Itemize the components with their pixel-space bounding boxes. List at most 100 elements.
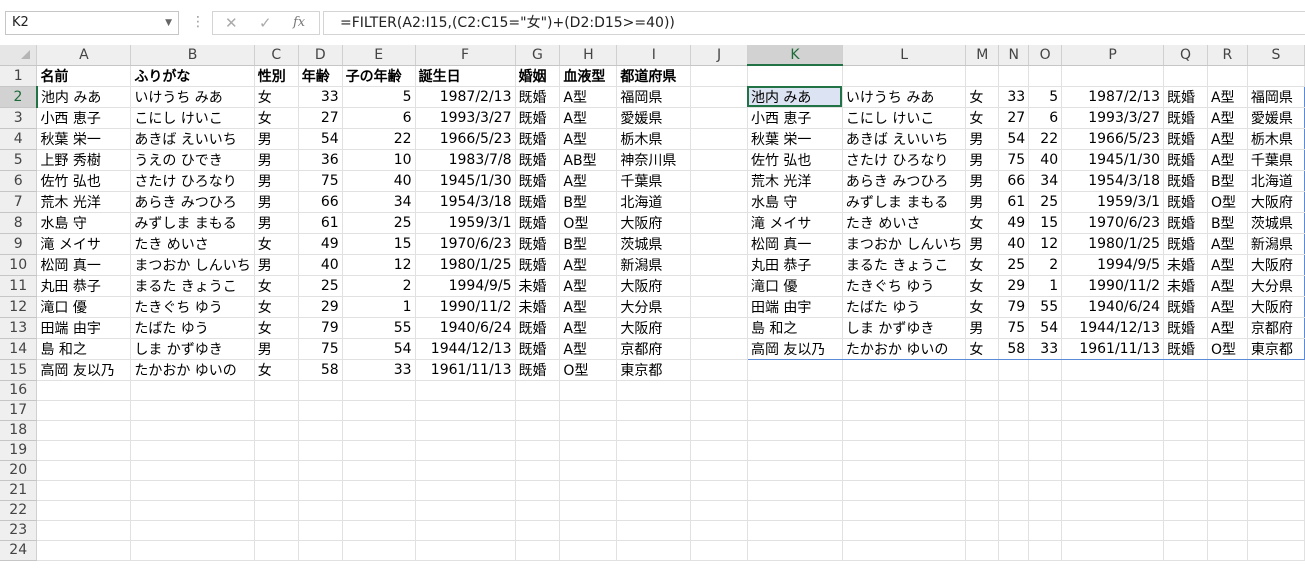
cell-n17[interactable] [998,400,1030,421]
cell-j23[interactable] [690,520,748,541]
cell-g10[interactable]: 既婚 [515,254,561,276]
cell-c11[interactable]: 女 [254,275,299,297]
cell-n8[interactable]: 49 [998,212,1030,234]
row-header-5[interactable]: 5 [0,149,38,171]
cell-b22[interactable] [130,500,255,521]
cell-s17[interactable] [1247,400,1305,421]
cell-h9[interactable]: B型 [559,233,618,255]
cell-k2[interactable]: 池内 みあ [746,85,843,108]
cell-i18[interactable] [616,420,692,441]
cell-m21[interactable] [965,480,1000,501]
cell-q15[interactable] [1163,359,1208,381]
cell-j21[interactable] [690,480,748,501]
column-header-c[interactable]: C [254,45,299,66]
cell-r16[interactable] [1207,380,1248,401]
cell-k23[interactable] [747,520,843,541]
cell-k18[interactable] [747,420,843,441]
cell-s6[interactable]: 北海道 [1247,170,1305,192]
cell-a19[interactable] [36,440,132,461]
cell-d16[interactable] [298,380,343,401]
cell-n23[interactable] [998,520,1030,541]
cell-d14[interactable]: 75 [298,338,343,360]
cell-c21[interactable] [254,480,299,501]
cell-e7[interactable]: 34 [342,191,416,213]
cell-e12[interactable]: 1 [342,296,416,318]
cell-r8[interactable]: B型 [1207,212,1248,234]
cell-s24[interactable] [1247,540,1305,561]
cell-n18[interactable] [998,420,1030,441]
cell-q4[interactable]: 既婚 [1163,128,1208,150]
cell-s13[interactable]: 京都府 [1247,317,1305,339]
cell-j24[interactable] [690,540,748,561]
cell-a23[interactable] [36,520,132,541]
cell-e20[interactable] [342,460,416,481]
cell-p13[interactable]: 1944/12/13 [1061,317,1165,339]
column-header-q[interactable]: Q [1163,45,1208,66]
cell-e13[interactable]: 55 [342,317,416,339]
cell-g12[interactable]: 未婚 [515,296,561,318]
cell-f1[interactable]: 誕生日 [415,65,516,87]
cell-n13[interactable]: 75 [998,317,1030,339]
cell-q17[interactable] [1163,400,1208,421]
cell-n12[interactable]: 79 [998,296,1030,318]
cell-p5[interactable]: 1945/1/30 [1061,149,1165,171]
cell-n4[interactable]: 54 [998,128,1030,150]
column-header-m[interactable]: M [965,45,1000,66]
cell-i24[interactable] [616,540,692,561]
cell-h20[interactable] [559,460,618,481]
cell-h11[interactable]: A型 [559,275,618,297]
cell-n2[interactable]: 33 [998,85,1030,108]
cell-j22[interactable] [690,500,748,521]
cell-h23[interactable] [559,520,618,541]
cell-n6[interactable]: 66 [998,170,1030,192]
cell-r9[interactable]: A型 [1207,233,1248,255]
cell-d8[interactable]: 61 [298,212,343,234]
cell-a7[interactable]: 荒木 光洋 [36,191,132,213]
cell-k12[interactable]: 田端 由宇 [746,296,843,318]
cell-k11[interactable]: 滝口 優 [746,275,843,297]
cell-l4[interactable]: あきば えいいち [842,128,967,150]
cell-a20[interactable] [36,460,132,481]
cell-g11[interactable]: 未婚 [515,275,561,297]
cell-g6[interactable]: 既婚 [515,170,561,192]
cell-o13[interactable]: 54 [1028,317,1063,339]
cell-l9[interactable]: まつおか しんいち [842,233,967,255]
cell-l15[interactable] [842,359,967,381]
cell-p18[interactable] [1061,420,1165,441]
cell-s1[interactable] [1247,65,1305,87]
cell-n16[interactable] [998,380,1030,401]
cell-f20[interactable] [415,460,516,481]
cell-m17[interactable] [965,400,1000,421]
cell-n5[interactable]: 75 [998,149,1030,171]
cell-h21[interactable] [559,480,618,501]
row-header-20[interactable]: 20 [0,460,38,481]
cell-i8[interactable]: 大阪府 [616,212,692,234]
cell-j17[interactable] [690,400,748,421]
cell-a16[interactable] [36,380,132,401]
cell-h12[interactable]: A型 [559,296,618,318]
cell-i11[interactable]: 大阪府 [616,275,692,297]
row-header-17[interactable]: 17 [0,400,38,421]
cell-q18[interactable] [1163,420,1208,441]
cell-r3[interactable]: A型 [1207,107,1248,129]
cell-e3[interactable]: 6 [342,107,416,129]
column-header-d[interactable]: D [298,45,343,66]
cell-n14[interactable]: 58 [998,338,1030,360]
cell-j15[interactable] [690,359,748,381]
cell-l19[interactable] [842,440,967,461]
cell-f24[interactable] [415,540,516,561]
cell-r12[interactable]: A型 [1207,296,1248,318]
cell-m20[interactable] [965,460,1000,481]
cell-p3[interactable]: 1993/3/27 [1061,107,1165,129]
cell-e22[interactable] [342,500,416,521]
cell-p24[interactable] [1061,540,1165,561]
cell-b8[interactable]: みずしま まもる [130,212,255,234]
cell-s4[interactable]: 栃木県 [1247,128,1305,150]
cell-c5[interactable]: 男 [254,149,299,171]
row-header-9[interactable]: 9 [0,233,38,255]
cell-s23[interactable] [1247,520,1305,541]
cell-l10[interactable]: まるた きょうこ [842,254,967,276]
cell-o11[interactable]: 1 [1028,275,1063,297]
cell-m23[interactable] [965,520,1000,541]
cell-o19[interactable] [1028,440,1063,461]
